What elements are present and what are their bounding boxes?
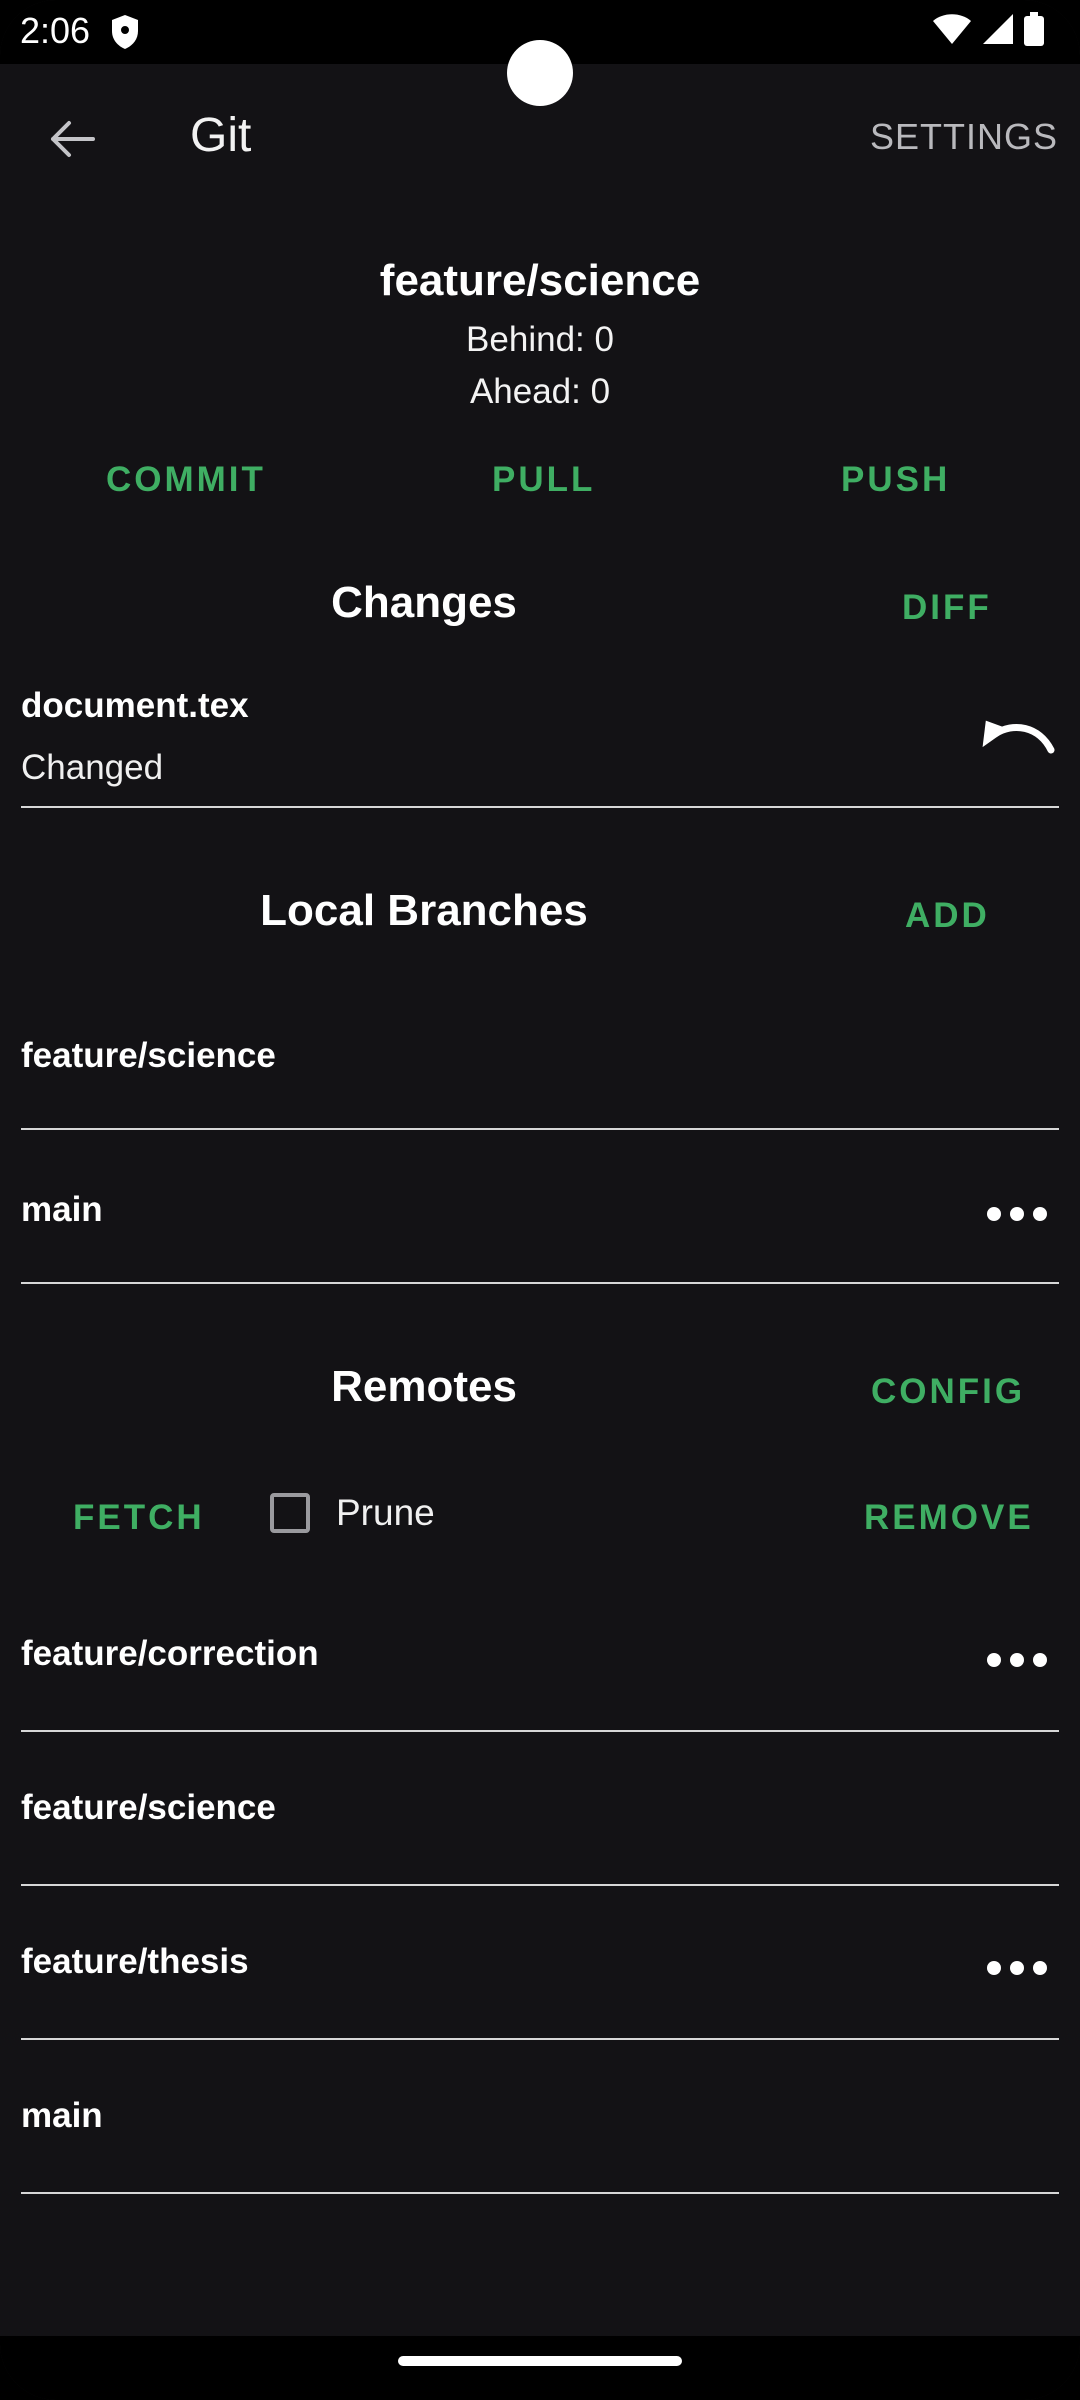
back-button[interactable] (40, 106, 106, 172)
local-branch-name: main (21, 1190, 103, 1229)
remote-branch-row[interactable]: feature/thesis (21, 1886, 1059, 2040)
settings-button[interactable]: SETTINGS (870, 116, 1058, 158)
remote-branch-name: feature/thesis (21, 1942, 249, 1981)
wifi-icon (933, 14, 971, 44)
change-file-name: document.tex (21, 686, 249, 725)
behind-count: Behind: 0 (466, 320, 614, 359)
more-horizontal-icon[interactable] (987, 1960, 1047, 1976)
remote-branch-row[interactable]: main (21, 2040, 1059, 2194)
undo-icon[interactable] (979, 720, 1055, 764)
commit-button[interactable]: COMMIT (106, 460, 266, 500)
pull-button[interactable]: PULL (492, 460, 595, 500)
local-branches-heading: Local Branches (260, 886, 588, 935)
battery-icon (1024, 12, 1044, 46)
remove-button[interactable]: REMOVE (864, 1498, 1034, 1538)
app-bar: Git SETTINGS (0, 64, 1080, 212)
fetch-button[interactable]: FETCH (73, 1498, 205, 1538)
arrow-left-icon (51, 121, 95, 157)
change-status: Changed (21, 748, 164, 787)
more-horizontal-icon[interactable] (987, 1652, 1047, 1668)
remote-branch-name: feature/correction (21, 1634, 319, 1673)
local-branch-row[interactable]: feature/science (21, 1000, 1059, 1130)
remote-branch-name: feature/science (21, 1788, 276, 1827)
status-time: 2:06 (20, 10, 91, 51)
add-branch-button[interactable]: ADD (905, 896, 990, 936)
remote-branch-row[interactable]: feature/science (21, 1732, 1059, 1886)
shield-icon (112, 15, 138, 49)
prune-label: Prune (336, 1492, 435, 1533)
push-button[interactable]: PUSH (841, 460, 950, 500)
remote-branch-row[interactable]: feature/correction (21, 1578, 1059, 1732)
navigation-bar (0, 2336, 1080, 2400)
changes-heading: Changes (331, 578, 517, 627)
status-icons (932, 12, 1044, 46)
git-screen: 2:06 Git SETTINGS feature/science Behind… (0, 0, 1080, 2400)
home-indicator[interactable] (398, 2356, 682, 2366)
page-title: Git (190, 109, 252, 162)
local-branch-name: feature/science (21, 1036, 276, 1075)
remotes-heading: Remotes (331, 1362, 517, 1411)
remote-branch-name: main (21, 2096, 103, 2135)
prune-checkbox[interactable] (270, 1493, 310, 1533)
local-branch-row[interactable]: main (21, 1130, 1059, 1284)
config-button[interactable]: CONFIG (871, 1372, 1025, 1412)
change-item[interactable]: document.tex Changed (21, 680, 1059, 808)
signal-icon (983, 14, 1013, 44)
ahead-count: Ahead: 0 (469, 372, 611, 411)
diff-button[interactable]: DIFF (902, 588, 992, 628)
more-horizontal-icon[interactable] (987, 1206, 1047, 1222)
current-branch-name: feature/science (379, 256, 701, 305)
